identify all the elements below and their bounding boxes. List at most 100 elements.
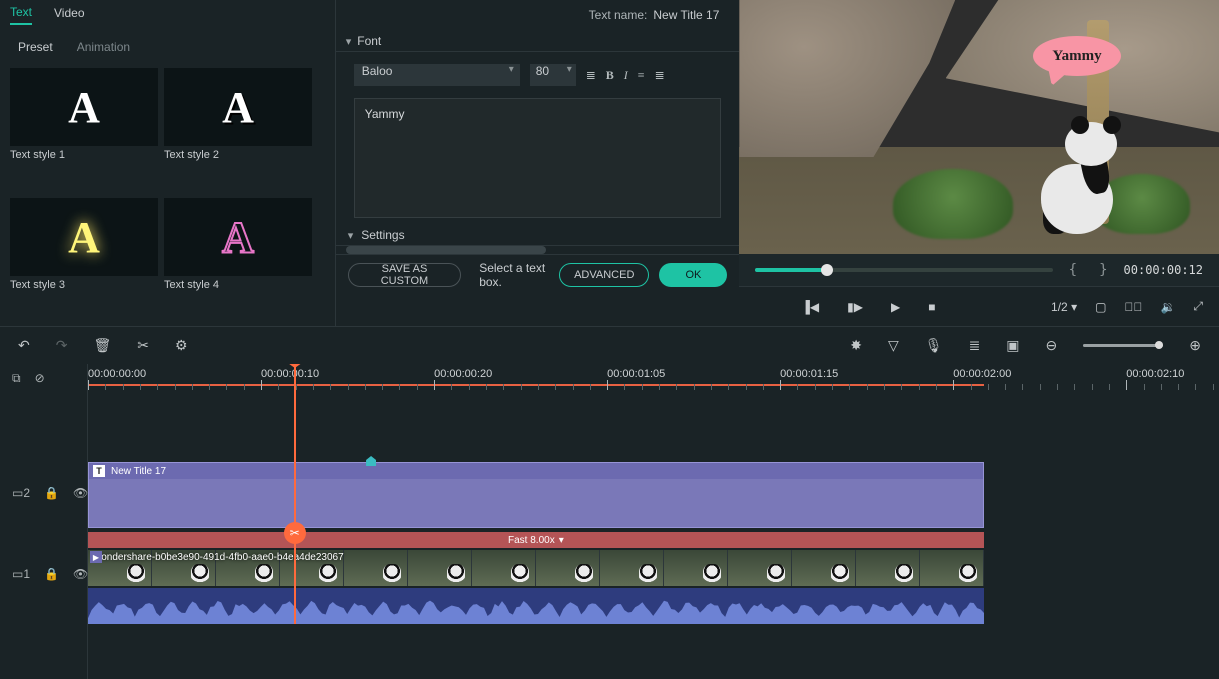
speed-bar[interactable]: Fast 8.00x▾ xyxy=(88,532,984,548)
scrubber-row: { } 00:00:00:12 xyxy=(739,254,1219,286)
audio-mixer-icon[interactable]: ≣ xyxy=(969,337,981,354)
mark-out-icon[interactable]: } xyxy=(1093,262,1113,278)
bubble-text: Yammy xyxy=(1033,36,1121,76)
waveform-icon xyxy=(88,588,984,624)
eye-icon[interactable]: 👁 xyxy=(73,567,88,581)
title-clip[interactable]: T New Title 17 xyxy=(88,462,984,528)
audio-clip[interactable] xyxy=(88,588,984,624)
timeline-toolbar: ↶ ↷ 🗑 ✂ ⚙ ✸ ▽ 🎙 ≣ ▣ ⊖ ⊕ xyxy=(0,326,1219,364)
clip-marker-icon[interactable] xyxy=(366,456,376,466)
timeline-area[interactable]: 00:00:00:0000:00:00:1000:00:00:2000:00:0… xyxy=(88,364,1219,679)
font-section-label: Font xyxy=(357,34,381,48)
adjust-icon[interactable]: ⚙ xyxy=(175,337,188,354)
transport-row: ▐◀ ▮▶ ▶ ■ 1/2 ▾ ▢ ◯⃞ 🔉 ⤢ xyxy=(739,286,1219,326)
cut-icon[interactable]: ✂ xyxy=(137,337,149,354)
zoom-slider[interactable] xyxy=(1083,344,1163,347)
track-video-icon: ▭1 xyxy=(12,567,30,581)
subtab-animation[interactable]: Animation xyxy=(77,40,130,54)
lock-icon[interactable]: 🔒 xyxy=(44,486,59,500)
display-icon[interactable]: ▢ xyxy=(1095,300,1106,314)
bold-icon[interactable]: B xyxy=(606,68,614,83)
preview-zoom-select[interactable]: 1/2 ▾ xyxy=(1051,300,1077,314)
align-justify-icon[interactable]: ≣ xyxy=(655,68,665,83)
text-input-area[interactable]: Yammy xyxy=(354,98,722,218)
style-caption: Text style 1 xyxy=(10,149,158,161)
save-as-custom-button[interactable]: SAVE AS CUSTOM xyxy=(348,263,461,287)
zoom-out-icon[interactable]: ⊖ xyxy=(1046,337,1058,354)
redo-icon[interactable]: ↷ xyxy=(56,337,68,354)
preview-video[interactable]: Yammy xyxy=(739,0,1219,254)
zoom-in-icon[interactable]: ⊕ xyxy=(1189,337,1201,354)
track-video-icon: ▭2 xyxy=(12,486,30,500)
scrub-handle[interactable] xyxy=(821,264,833,276)
timeline: ⧉ ⊘ ▭2 🔒 👁 ▭1 🔒 👁 00:00:00:0000:00:00:10… xyxy=(0,364,1219,679)
text-styles-grid: A Text style 1 A Text style 2 A Text sty… xyxy=(0,64,335,326)
scrub-track[interactable] xyxy=(755,268,1052,272)
timeline-ruler[interactable]: 00:00:00:0000:00:00:1000:00:00:2000:00:0… xyxy=(88,364,1219,394)
font-accordion-header[interactable]: Font xyxy=(336,30,740,52)
tab-text[interactable]: Text xyxy=(10,5,32,25)
eye-icon[interactable]: 👁 xyxy=(73,486,88,500)
marker-icon[interactable]: ▽ xyxy=(888,337,899,354)
title-clip-label: New Title 17 xyxy=(111,466,166,477)
play-icon[interactable]: ▶ xyxy=(891,300,900,314)
stop-icon[interactable]: ■ xyxy=(928,300,935,314)
lock-icon[interactable]: 🔒 xyxy=(44,567,59,581)
crop-icon[interactable]: ▣ xyxy=(1006,337,1019,354)
video-clip[interactable]: ▶ wondershare-b0be3e90-491d-4fb0-aae0-b4… xyxy=(88,550,984,586)
font-size-select[interactable]: 80 xyxy=(530,64,576,86)
delete-icon[interactable]: 🗑 xyxy=(93,337,111,354)
tab-video[interactable]: Video xyxy=(54,6,84,24)
text-name-row: Text name: New Title 17 xyxy=(336,0,740,30)
ok-button[interactable]: OK xyxy=(659,263,727,287)
settings-section-label: Settings xyxy=(361,228,404,242)
italic-icon[interactable]: I xyxy=(624,68,628,83)
preview-timecode: 00:00:00:12 xyxy=(1124,263,1203,277)
font-family-select[interactable]: Baloo xyxy=(354,64,520,86)
help-text: Select a text box. xyxy=(479,261,559,289)
style-item-1[interactable]: A Text style 1 xyxy=(10,68,158,192)
video-clip-icon: ▶ xyxy=(90,551,102,563)
left-subtabs: Preset Animation xyxy=(0,30,335,64)
mark-in-icon[interactable]: { xyxy=(1063,262,1083,278)
fullscreen-icon[interactable]: ⤢ xyxy=(1193,299,1203,314)
track-row-2: T New Title 17 xyxy=(88,462,1219,528)
video-clip-label: wondershare-b0be3e90-491d-4fb0-aae0-b4ea… xyxy=(94,552,344,563)
record-voiceover-icon[interactable]: 🎙 xyxy=(925,337,943,354)
preview-panel: Yammy { } 00:00:00:12 ▐◀ ▮▶ ▶ ■ 1/2 ▾ xyxy=(739,0,1219,326)
track-row-1: Fast 8.00x▾ ▶ wondershare-b0be3e90-491d-… xyxy=(88,532,1219,628)
style-item-3[interactable]: A Text style 3 xyxy=(10,198,158,322)
style-caption: Text style 2 xyxy=(164,149,312,161)
line-spacing-icon[interactable]: ≣ xyxy=(586,68,596,83)
track-header-2[interactable]: ▭2 🔒 👁 xyxy=(0,460,87,526)
font-controls: Baloo 80 ≣ B I ≡ ≣ xyxy=(336,52,740,92)
playhead[interactable]: ✂ xyxy=(294,364,296,624)
advanced-button[interactable]: ADVANCED xyxy=(559,263,649,287)
mid-buttons: SAVE AS CUSTOM Select a text box. ADVANC… xyxy=(336,254,740,294)
subtab-preset[interactable]: Preset xyxy=(18,40,53,54)
snapshot-icon[interactable]: ◯⃞ xyxy=(1124,300,1142,314)
undo-icon[interactable]: ↶ xyxy=(18,337,30,354)
volume-icon[interactable]: 🔉 xyxy=(1160,300,1175,314)
style-caption: Text style 3 xyxy=(10,279,158,291)
speech-bubble[interactable]: Yammy xyxy=(1033,36,1121,76)
style-item-2[interactable]: A Text style 2 xyxy=(164,68,312,192)
scissor-icon[interactable]: ✂ xyxy=(284,522,306,544)
chevron-down-icon xyxy=(346,34,352,48)
prev-frame-icon[interactable]: ▐◀ xyxy=(801,300,819,314)
settings-accordion-header[interactable]: Settings xyxy=(336,224,740,246)
timeline-gutter: ⧉ ⊘ ▭2 🔒 👁 ▭1 🔒 👁 xyxy=(0,364,88,679)
play-pause-icon[interactable]: ▮▶ xyxy=(847,300,863,314)
manage-tracks-icon[interactable]: ⧉ xyxy=(12,371,21,386)
style-caption: Text style 4 xyxy=(164,279,312,291)
link-icon[interactable]: ⊘ xyxy=(35,371,45,385)
align-left-icon[interactable]: ≡ xyxy=(638,68,645,83)
track-header-1[interactable]: ▭1 🔒 👁 xyxy=(0,526,87,622)
render-icon[interactable]: ✸ xyxy=(850,337,862,354)
style-item-4[interactable]: A Text style 4 xyxy=(164,198,312,322)
text-name-label: Text name: xyxy=(589,8,648,22)
text-clip-icon: T xyxy=(93,465,105,477)
mid-scrollbar[interactable] xyxy=(346,246,730,254)
left-panel: Text Video Preset Animation A Text style… xyxy=(0,0,336,326)
text-name-value: New Title 17 xyxy=(653,8,719,22)
